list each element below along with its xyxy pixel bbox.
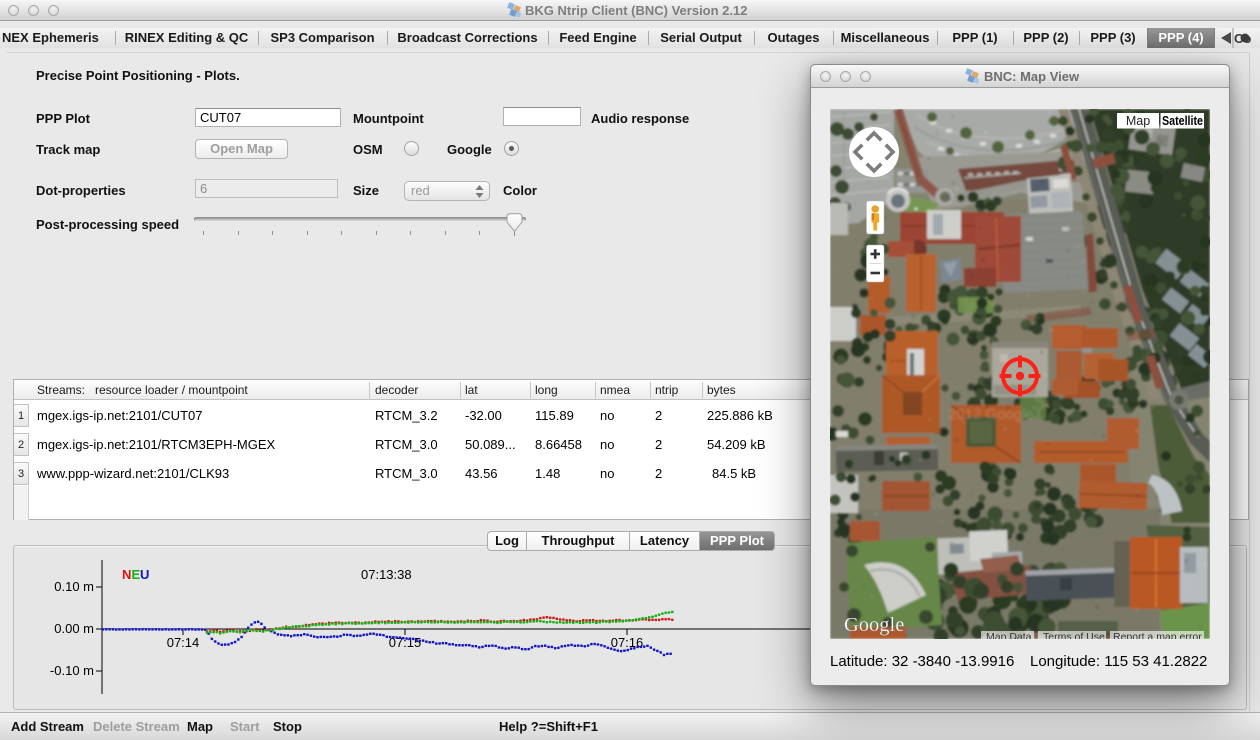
svg-text:Map: Map xyxy=(1126,114,1150,128)
svg-text:07:14: 07:14 xyxy=(167,635,200,650)
svg-text:Terms of Use: Terms of Use xyxy=(1043,631,1105,639)
svg-text:Map Data: Map Data xyxy=(986,631,1032,639)
svg-text:Google: Google xyxy=(844,614,904,636)
svg-text:U: U xyxy=(140,567,149,582)
svg-text:2012 Google: 2012 Google xyxy=(948,406,1034,423)
svg-text:N: N xyxy=(122,567,131,582)
svg-text:0.10 m: 0.10 m xyxy=(54,579,94,594)
svg-text:0.00 m: 0.00 m xyxy=(54,621,94,636)
svg-text:07:13:38: 07:13:38 xyxy=(361,567,412,582)
svg-text:Satellite: Satellite xyxy=(1162,114,1203,128)
svg-text:Report a map error: Report a map error xyxy=(1113,631,1202,639)
svg-text:-0.10 m: -0.10 m xyxy=(50,663,94,678)
